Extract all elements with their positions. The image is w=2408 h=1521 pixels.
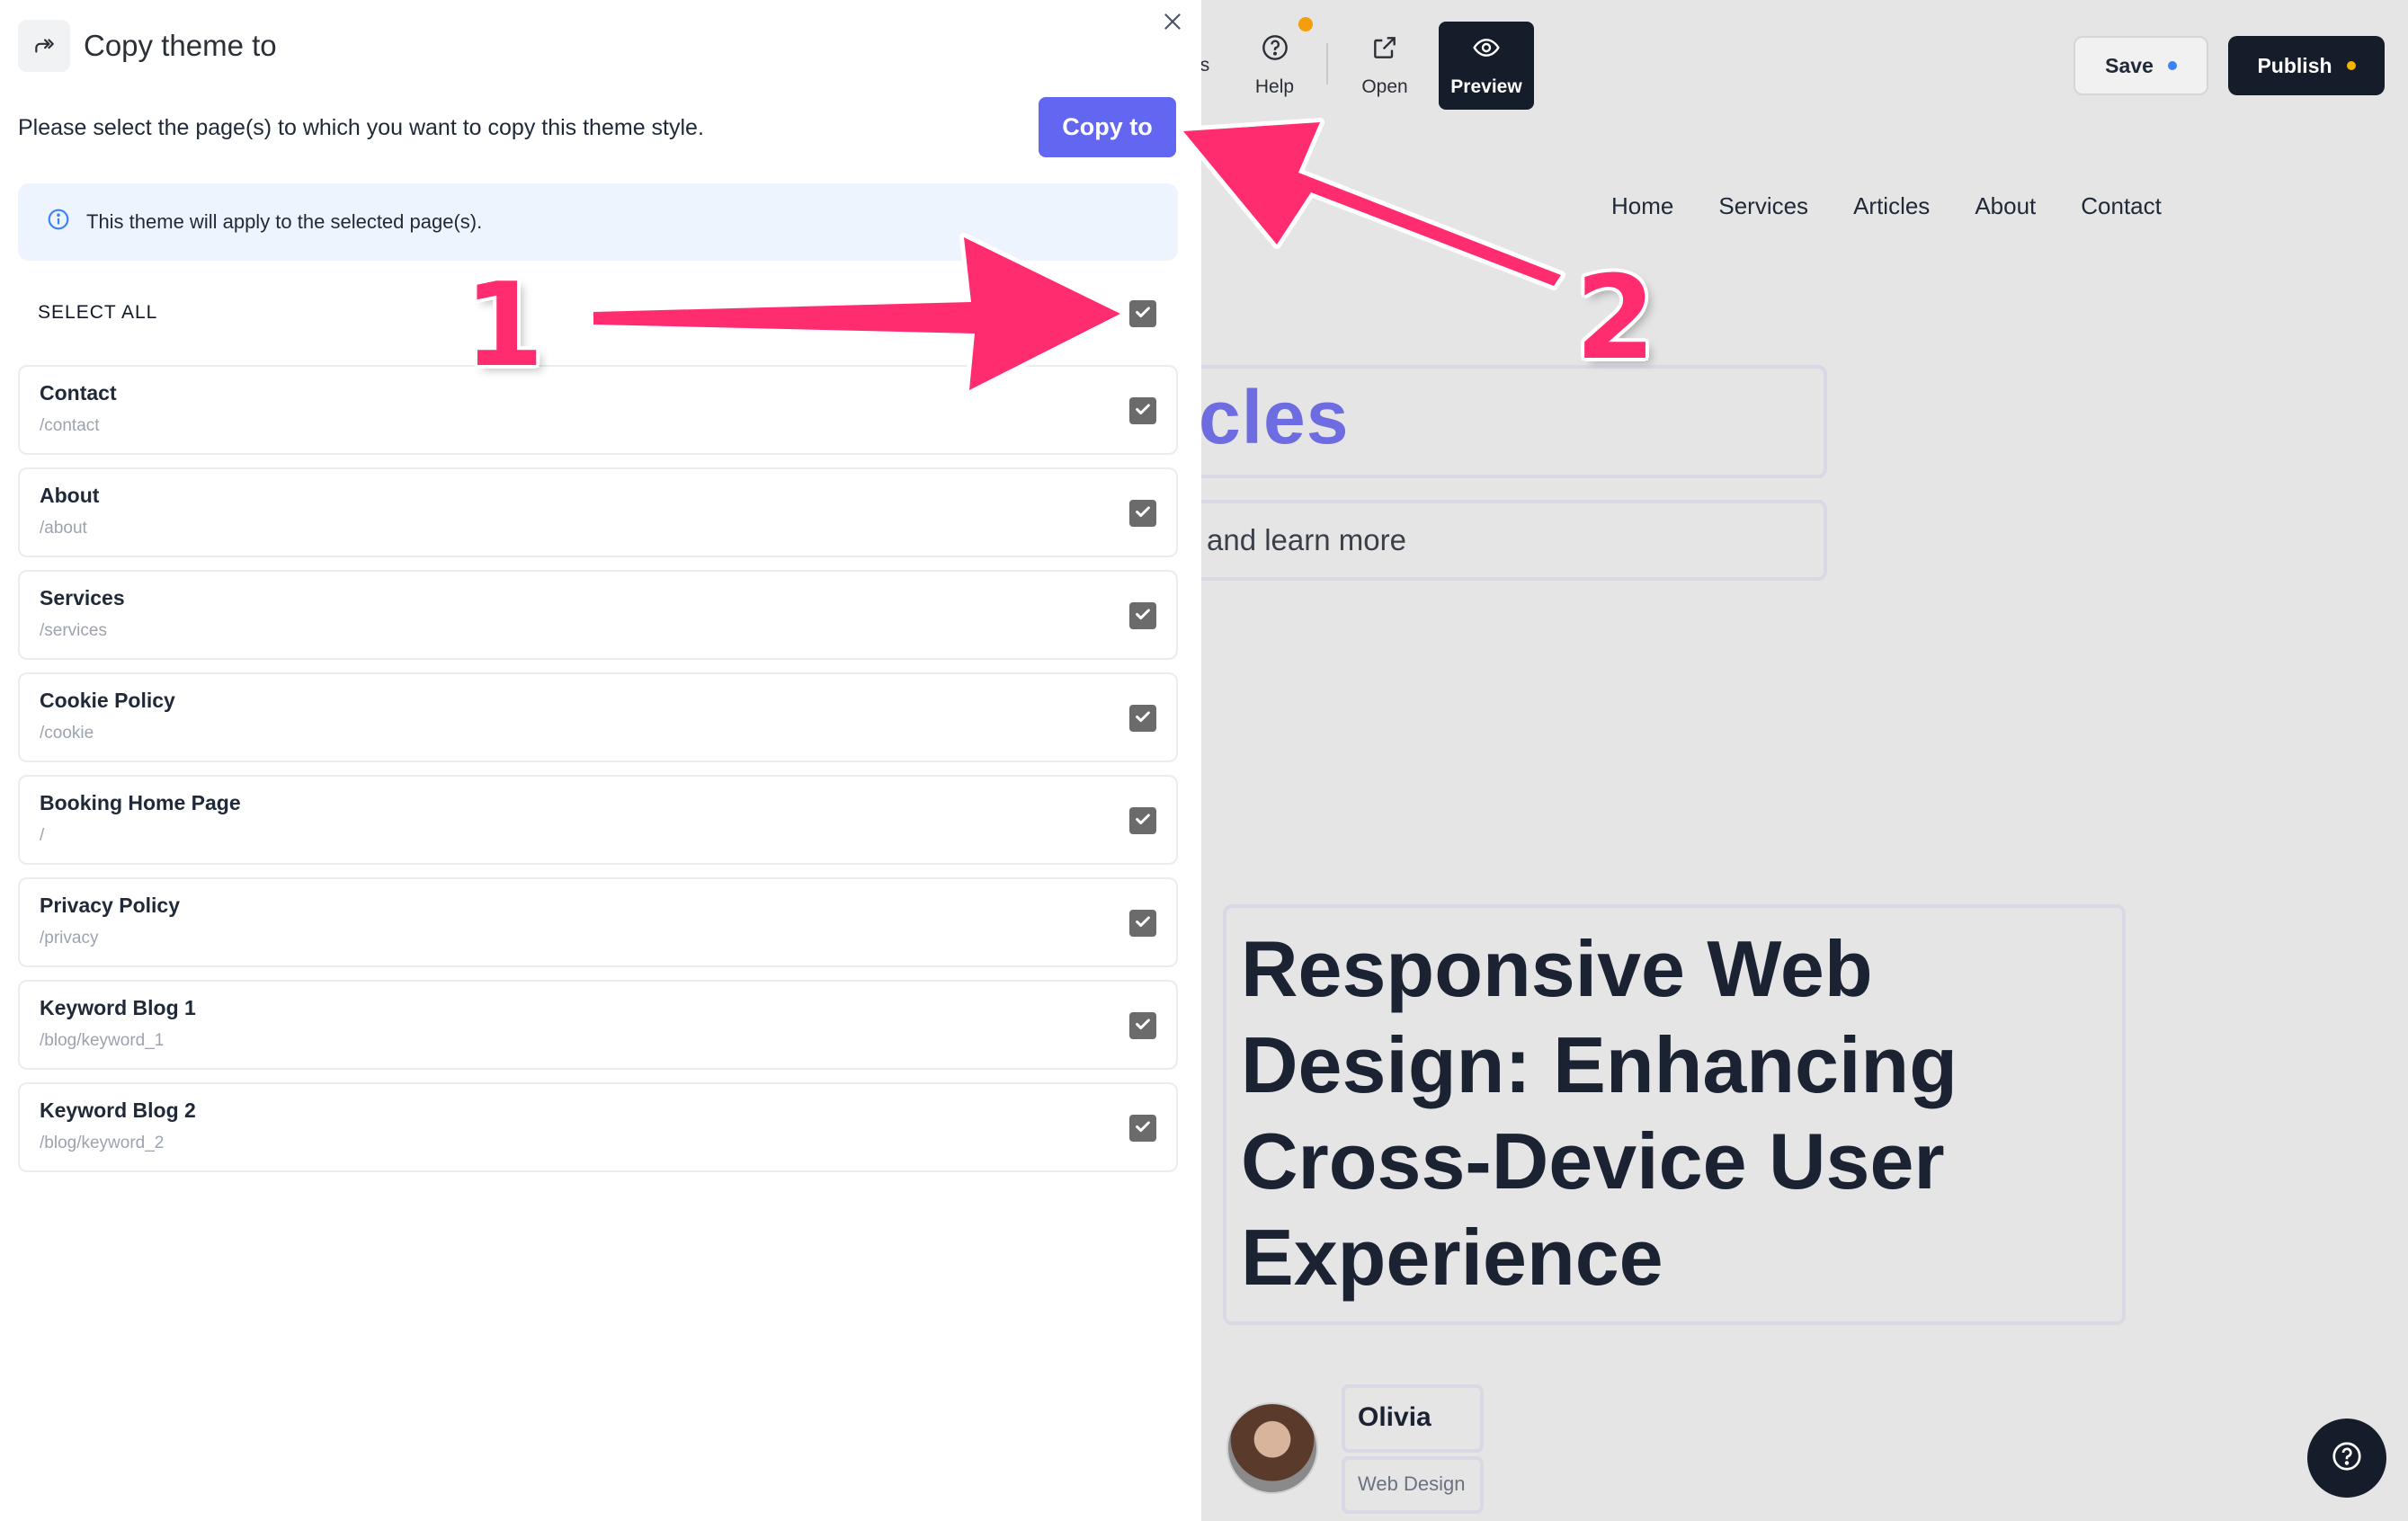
page-name: Booking Home Page: [40, 791, 241, 814]
copy-to-button[interactable]: Copy to: [1039, 97, 1176, 157]
preview-button[interactable]: Preview: [1439, 22, 1534, 110]
toolbar-divider: [1326, 43, 1328, 84]
page-checkbox[interactable]: [1129, 1012, 1156, 1039]
page-checkbox[interactable]: [1129, 397, 1156, 424]
nav-item-contact[interactable]: Contact: [2081, 192, 2162, 220]
panel-title: Copy theme to: [84, 29, 277, 62]
page-path: /: [40, 826, 45, 845]
open-button[interactable]: Open: [1349, 22, 1421, 110]
help-icon: [2331, 1440, 2363, 1477]
step-number-2: 2: [1575, 252, 1656, 386]
support-button[interactable]: [2307, 1419, 2386, 1498]
page-checkbox[interactable]: [1129, 500, 1156, 527]
page-name: About: [40, 484, 100, 507]
checkmark-icon: [1133, 1014, 1153, 1038]
nav-item-about[interactable]: About: [1975, 192, 2036, 220]
page-name: Services: [40, 586, 125, 609]
page-row[interactable]: Privacy Policy /privacy: [18, 877, 1178, 967]
save-status-dot: [2167, 61, 2177, 70]
page-path: /contact: [40, 416, 100, 435]
page-subheading: and learn more: [1207, 523, 1406, 556]
page-checkbox[interactable]: [1129, 1115, 1156, 1142]
help-icon: [1261, 33, 1289, 67]
close-icon: [1161, 10, 1184, 38]
page-checkbox[interactable]: [1129, 705, 1156, 732]
preview-label: Preview: [1450, 76, 1522, 97]
page-path: /services: [40, 621, 107, 640]
checkmark-icon: [1133, 302, 1153, 326]
save-button[interactable]: Save: [2074, 36, 2208, 95]
help-label: Help: [1254, 76, 1295, 97]
close-button[interactable]: [1158, 9, 1187, 38]
help-button[interactable]: Help: [1241, 22, 1308, 110]
page-row[interactable]: Contact /contact: [18, 365, 1178, 455]
page-row[interactable]: Cookie Policy /cookie: [18, 672, 1178, 762]
page-checkbox[interactable]: [1129, 602, 1156, 629]
publish-status-dot: [2346, 61, 2356, 70]
info-banner: This theme will apply to the selected pa…: [18, 183, 1178, 261]
nav-item-home[interactable]: Home: [1611, 192, 1673, 220]
notification-dot: [1298, 17, 1313, 31]
toolbar-item-cutoff-label: s: [1200, 55, 1210, 76]
page-row[interactable]: About /about: [18, 467, 1178, 557]
page-path: /cookie: [40, 724, 94, 743]
page-row[interactable]: Services /services: [18, 570, 1178, 660]
author-category: Web Design: [1358, 1472, 1466, 1495]
page-name: Cookie Policy: [40, 689, 175, 712]
author-name: Olivia: [1358, 1402, 1431, 1432]
page-row[interactable]: Booking Home Page /: [18, 775, 1178, 865]
page-checkbox[interactable]: [1129, 807, 1156, 834]
page-path: /blog/keyword_2: [40, 1134, 165, 1152]
publish-button[interactable]: Publish: [2228, 36, 2385, 95]
page-name: Keyword Blog 2: [40, 1098, 196, 1122]
page-heading: cles: [1199, 375, 1350, 459]
instructions-text: Please select the page(s) to which you w…: [18, 115, 704, 140]
info-icon: [47, 208, 70, 236]
checkmark-icon: [1133, 707, 1153, 731]
checkmark-icon: [1133, 809, 1153, 833]
checkmark-icon: [1133, 912, 1153, 936]
nav-item-articles[interactable]: Articles: [1853, 192, 1930, 220]
article-title: Responsive Web Design: Enhancing Cross-D…: [1241, 924, 1958, 1302]
eye-icon: [1472, 33, 1501, 67]
copy-theme-panel: Copy theme to Please select the page(s) …: [0, 0, 1201, 1521]
select-all-label: SELECT ALL: [38, 302, 158, 323]
step-number-1: 1: [464, 259, 545, 393]
checkmark-icon: [1133, 1116, 1153, 1141]
page-path: /privacy: [40, 929, 99, 947]
page-row[interactable]: Keyword Blog 2 /blog/keyword_2: [18, 1082, 1178, 1172]
page-name: Privacy Policy: [40, 894, 180, 917]
author-avatar: [1226, 1402, 1318, 1494]
checkmark-icon: [1133, 604, 1153, 628]
external-link-icon: [1370, 33, 1399, 67]
nav-item-services[interactable]: Services: [1718, 192, 1808, 220]
save-label: Save: [2105, 53, 2154, 77]
page-list: Contact /contact About /about Services /…: [18, 365, 1178, 1185]
page-path: /about: [40, 519, 87, 538]
page-path: /blog/keyword_1: [40, 1031, 165, 1050]
page-name: Contact: [40, 381, 117, 405]
publish-label: Publish: [2257, 53, 2332, 77]
checkmark-icon: [1133, 399, 1153, 423]
select-all-checkbox[interactable]: [1129, 300, 1156, 327]
page-row[interactable]: Keyword Blog 1 /blog/keyword_1: [18, 980, 1178, 1070]
share-forward-icon: [18, 20, 70, 72]
open-label: Open: [1361, 76, 1408, 97]
checkmark-icon: [1133, 502, 1153, 526]
page-name: Keyword Blog 1: [40, 996, 196, 1019]
info-text: This theme will apply to the selected pa…: [86, 210, 483, 233]
site-navigation: Home Services Articles About Contact: [1611, 192, 2162, 220]
page-checkbox[interactable]: [1129, 910, 1156, 937]
